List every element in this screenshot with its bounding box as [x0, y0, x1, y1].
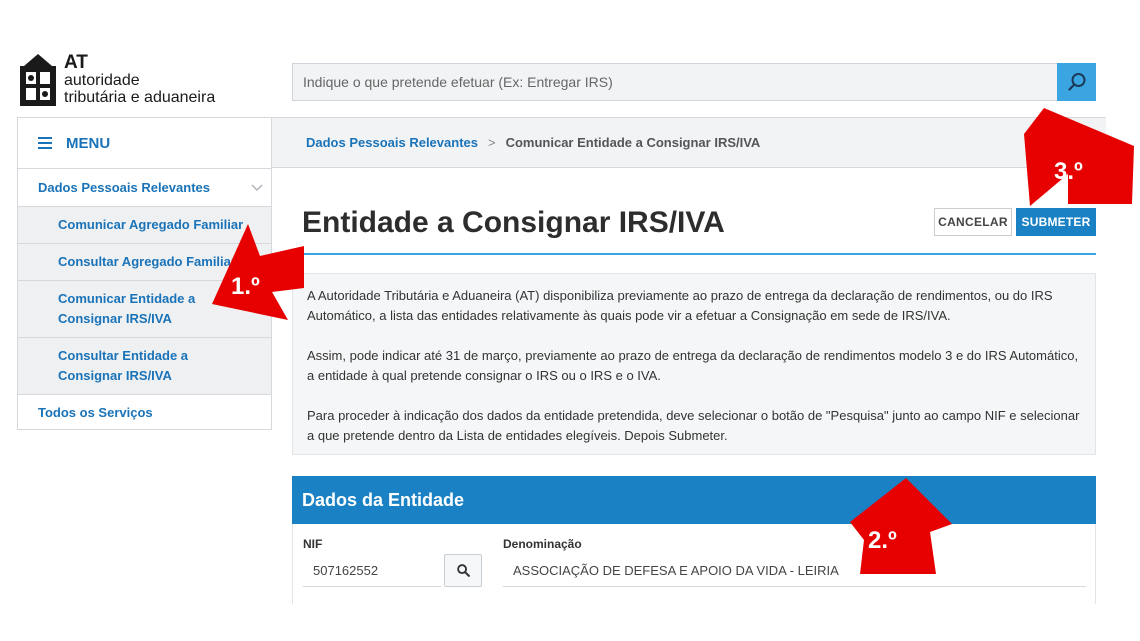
annotation-step-3-label: 3.º: [1054, 158, 1083, 185]
sidebar-item-todos-servicos[interactable]: Todos os Serviços: [18, 394, 271, 429]
at-emblem-icon: [20, 54, 56, 106]
annotation-step-1-label: 1.º: [231, 273, 260, 300]
denominacao-value: ASSOCIAÇÃO DE DEFESA E APOIO DA VIDA - L…: [513, 562, 839, 578]
search-bar: [292, 63, 1096, 101]
logo-line-1: AT: [64, 52, 88, 73]
info-paragraph-2: Assim, pode indicar até 31 de março, pre…: [307, 348, 1079, 383]
search-icon: [456, 564, 470, 577]
entity-panel-heading: Dados da Entidade: [292, 476, 1096, 524]
search-button[interactable]: [1057, 63, 1096, 101]
page-title: Entidade a Consignar IRS/IVA: [302, 206, 725, 239]
nif-search-button[interactable]: [444, 554, 482, 587]
info-paragraph-3: Para proceder à indicação dos dados da e…: [307, 408, 1080, 443]
at-logo[interactable]: AT autoridade tributária e aduaneira: [18, 50, 248, 112]
chevron-down-icon: [251, 183, 263, 191]
nif-label: NIF: [303, 537, 323, 551]
breadcrumb-separator: >: [487, 135, 496, 150]
logo-line-2: autoridade: [64, 72, 140, 89]
annotation-arrow-step-1: [212, 224, 304, 320]
breadcrumb-parent-link[interactable]: Dados Pessoais Relevantes: [306, 135, 478, 150]
cancel-button[interactable]: CANCELAR: [934, 208, 1012, 236]
search-input[interactable]: [293, 64, 1057, 100]
info-paragraph-1: A Autoridade Tributária e Aduaneira (AT)…: [307, 288, 1053, 323]
title-divider: [302, 253, 1096, 255]
hamburger-icon: [38, 137, 52, 149]
annotation-arrow-step-2: [850, 478, 952, 574]
denominacao-label: Denominação: [503, 537, 582, 551]
nif-field[interactable]: 507162552: [303, 554, 441, 587]
breadcrumb-current: Comunicar Entidade a Consignar IRS/IVA: [505, 135, 761, 150]
logo-line-3: tributária e aduaneira: [64, 89, 216, 106]
sidebar-item-consultar-entidade[interactable]: Consultar Entidade a Consignar IRS/IVA: [18, 337, 271, 394]
sidebar-section-label: Dados Pessoais Relevantes: [38, 180, 210, 195]
menu-label: MENU: [66, 134, 111, 152]
submit-button[interactable]: SUBMETER: [1016, 208, 1096, 236]
menu-toggle[interactable]: MENU: [18, 118, 271, 169]
search-icon: [1067, 73, 1085, 91]
info-box: A Autoridade Tributária e Aduaneira (AT)…: [292, 273, 1096, 455]
sidebar-section-dados-pessoais[interactable]: Dados Pessoais Relevantes: [18, 169, 271, 206]
annotation-arrow-step-3: [1024, 108, 1134, 206]
breadcrumb: Dados Pessoais Relevantes > Comunicar En…: [272, 117, 1106, 168]
annotation-step-2-label: 2.º: [868, 527, 897, 554]
nif-value: 507162552: [313, 562, 379, 578]
denominacao-field[interactable]: ASSOCIAÇÃO DE DEFESA E APOIO DA VIDA - L…: [503, 554, 1086, 587]
